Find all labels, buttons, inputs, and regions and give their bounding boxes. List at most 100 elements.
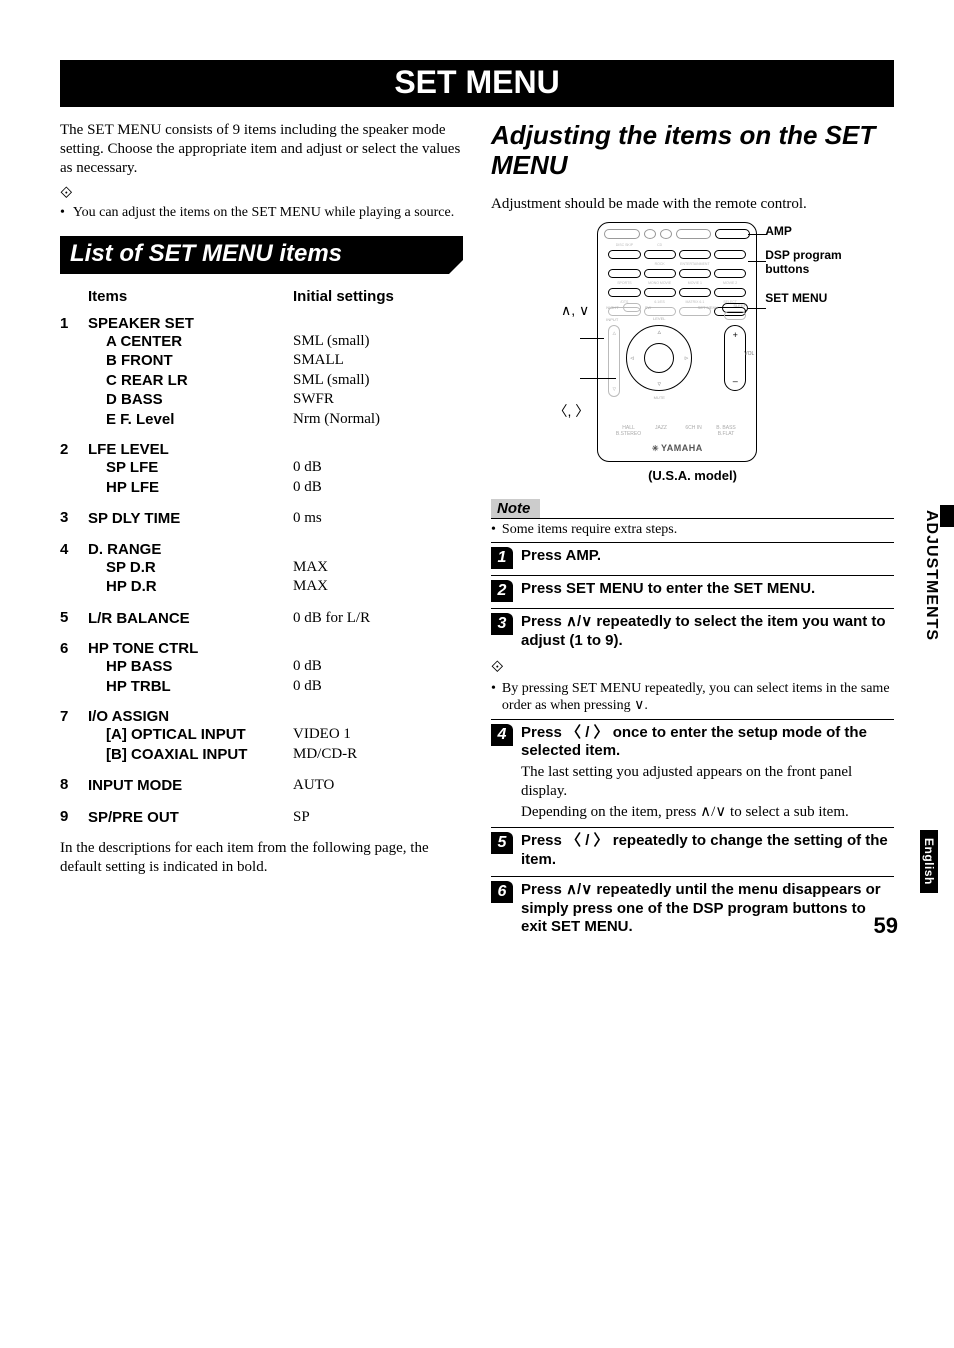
sub-item-value: 0 dB [293,478,463,498]
step-text: Press ∧/∨ repeatedly until the menu disa… [521,881,894,937]
item-title: SP/PRE OUT [88,808,293,828]
item-value: AUTO [293,776,463,796]
list-heading: List of SET MENU items [60,236,463,274]
item-title: SPEAKER SET [88,315,463,332]
sub-item-value: 0 dB [293,677,463,697]
sub-item-label: B FRONT [88,351,293,371]
step-number-badge: 5 [491,832,513,854]
step-number-badge: 6 [491,881,513,903]
remote-btn [644,229,656,239]
item-title: L/R BALANCE [88,609,293,629]
step-subtext: Depending on the item, press ∧/∨ to sele… [521,803,894,822]
remote-figure: ∧, ∨ 〈, 〉 DISC SKIPCD [491,222,894,462]
sub-item-label: C REAR LR [88,371,293,391]
item-number: 4 [60,541,88,597]
note-label: Note [491,499,540,518]
sub-item-label: [A] OPTICAL INPUT [88,725,293,745]
instruction-step: 2 Press SET MENU to enter the SET MENU. [491,576,894,609]
item-value: 0 ms [293,509,463,529]
step-number-badge: 4 [491,724,513,746]
instruction-step: 1 Press AMP. [491,543,894,576]
menu-item: 2LFE LEVELSP LFE0 dBHP LFE0 dB [60,441,463,497]
menu-item: 1SPEAKER SETA CENTERSML (small)B FRONTSM… [60,315,463,430]
nav-symbol: 〈 / 〉 [566,832,609,849]
col-header-initial: Initial settings [293,288,463,305]
instruction-step: 5 Press 〈 / 〉 repeatedly to change the se… [491,828,894,877]
step-number-badge: 1 [491,547,513,569]
page-title: SET MENU [60,60,894,107]
item-title: INPUT MODE [88,776,293,796]
menu-item: 7I/O ASSIGN[A] OPTICAL INPUTVIDEO 1[B] C… [60,708,463,764]
sub-item-value: SMALL [293,351,463,371]
sub-item-label: HP LFE [88,478,293,498]
item-number: 7 [60,708,88,764]
sub-item-label: [B] COAXIAL INPUT [88,745,293,765]
instruction-step: 4Press 〈 / 〉 once to enter the setup mod… [491,720,894,829]
nav-symbol: 〈 / 〉 [566,724,609,741]
remote-logo: YAMAHA [598,443,756,453]
hint-text-2: By pressing SET MENU repeatedly, you can… [502,680,894,715]
menu-item: 4D. RANGESP D.RMAXHP D.RMAX [60,541,463,597]
item-title: I/O ASSIGN [88,708,463,725]
step-text: Press SET MENU to enter the SET MENU. [521,580,894,599]
menu-item: 3SP DLY TIME0 ms [60,509,463,529]
adjust-heading: Adjusting the items on the SET MENU [491,121,894,185]
sub-item-label: HP D.R [88,577,293,597]
remote-dsp-label: DSP program [765,248,841,262]
sub-item-label: A CENTER [88,332,293,352]
menu-item: 5L/R BALANCE0 dB for L/R [60,609,463,629]
sub-item-value: 0 dB [293,657,463,677]
hint-text: You can adjust the items on the SET MENU… [73,204,454,222]
sub-item-label: D BASS [88,390,293,410]
item-number: 6 [60,640,88,696]
note-text: Some items require extra steps. [502,521,677,539]
remote-amp-label: AMP [765,224,841,238]
item-number: 3 [60,509,88,529]
sub-item-label: SP D.R [88,558,293,578]
step-text: Press 〈 / 〉 repeatedly to change the set… [521,832,894,870]
page-number: 59 [874,913,898,939]
step-text: Press AMP. [521,547,894,566]
remote-vol: + – [724,325,746,391]
item-title: HP TONE CTRL [88,640,463,657]
nav-symbol: ∧/∨ [566,881,592,898]
sub-item-value: Nrm (Normal) [293,410,463,430]
sub-item-value: 0 dB [293,458,463,478]
item-number: 1 [60,315,88,430]
bullet-dot: • [491,680,496,715]
item-number: 2 [60,441,88,497]
side-lang-tab: English [920,830,938,893]
instruction-step: 3Press ∧/∨ repeatedly to select the item… [491,609,894,657]
side-tab: ADJUSTMENTS [922,510,940,641]
menu-item: 9SP/PRE OUTSP [60,808,463,828]
nav-symbol: ∧/∨ [566,613,592,630]
remote-setmenu-label: SET MENU [765,291,841,305]
remote-outline: DISC SKIPCD ROCKENTERTAINMENT SPORTSMONO… [597,222,757,462]
remote-btn [660,229,672,239]
step-text: Press ∧/∨ repeatedly to select the item … [521,613,894,651]
remote-dsp-label2: buttons [765,262,809,276]
sub-item-value: SML (small) [293,332,463,352]
item-number: 9 [60,808,88,828]
col-header-items: Items [88,288,293,305]
step-subtext: The last setting you adjusted appears on… [521,763,894,801]
arrow-lr-label: 〈, 〉 [553,401,589,421]
item-value: 0 dB for L/R [293,609,463,629]
sub-item-value: MD/CD-R [293,745,463,765]
bullet-dot: • [60,204,65,222]
hint-icon: ⟐ [60,186,73,202]
arrow-ud-label: ∧, ∨ [561,302,589,319]
item-number: 8 [60,776,88,796]
menu-item: 6HP TONE CTRLHP BASS0 dBHP TRBL0 dB [60,640,463,696]
step-number-badge: 2 [491,580,513,602]
sub-item-value: MAX [293,577,463,597]
bullet-dot: • [491,521,496,539]
sub-item-value: SWFR [293,390,463,410]
sub-item-value: SML (small) [293,371,463,391]
instruction-step: 6 Press ∧/∨ repeatedly until the menu dis… [491,877,894,943]
item-value: SP [293,808,463,828]
intro-paragraph: The SET MENU consists of 9 items includi… [60,121,463,177]
side-marker [940,505,954,527]
sub-item-label: E F. Level [88,410,293,430]
model-caption: (U.S.A. model) [491,468,894,483]
